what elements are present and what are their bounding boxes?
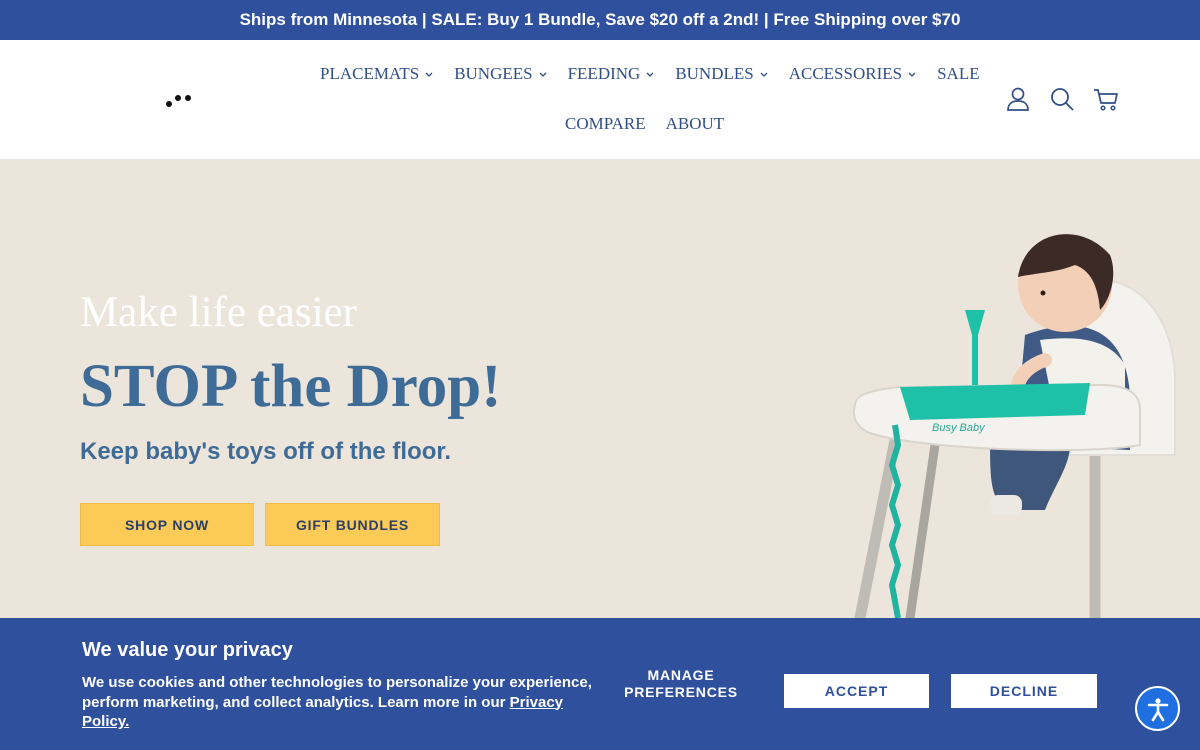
accessibility-button[interactable]: [1135, 686, 1180, 731]
nav-label: SALE: [937, 64, 980, 83]
chevron-down-icon: [760, 72, 768, 77]
nav-item-placemats[interactable]: PLACEMATS: [320, 64, 434, 84]
site-header: PLACEMATS BUNGEES FEEDING BUNDLES ACCESS…: [0, 40, 1200, 160]
accept-button[interactable]: ACCEPT: [784, 674, 929, 708]
manage-preferences-button[interactable]: MANAGE PREFERENCES: [618, 667, 744, 701]
logo-dot: [185, 95, 191, 101]
nav-item-compare[interactable]: COMPARE: [565, 114, 646, 134]
announcement-text: Ships from Minnesota | SALE: Buy 1 Bundl…: [239, 10, 961, 29]
nav-label: BUNGEES: [454, 64, 533, 83]
search-icon[interactable]: [1049, 86, 1075, 112]
gift-bundles-button[interactable]: GIFT BUNDLES: [265, 503, 440, 546]
accessibility-icon: [1147, 697, 1168, 721]
nav-item-sale[interactable]: SALE: [937, 64, 980, 84]
nav-label: FEEDING: [567, 64, 641, 83]
account-icon[interactable]: [1005, 86, 1031, 112]
decline-button[interactable]: DECLINE: [951, 674, 1097, 708]
chevron-down-icon: [646, 72, 654, 77]
hero-title: STOP the Drop!: [80, 353, 502, 420]
nav-label: COMPARE: [565, 114, 646, 133]
nav-label: BUNDLES: [675, 64, 754, 83]
cookie-text: We use cookies and other technologies to…: [82, 673, 602, 732]
nav-label: ABOUT: [665, 114, 725, 133]
main-nav: PLACEMATS BUNGEES FEEDING BUNDLES ACCESS…: [320, 64, 980, 84]
logo-dot: [175, 95, 181, 101]
nav-label: ACCESSORIES: [788, 64, 903, 83]
nav-item-bungees[interactable]: BUNGEES: [454, 64, 547, 84]
chevron-down-icon: [425, 72, 433, 77]
logo[interactable]: [166, 90, 196, 108]
nav-item-feeding[interactable]: FEEDING: [568, 64, 656, 84]
nav-item-accessories[interactable]: ACCESSORIES: [789, 64, 917, 84]
hero-subtitle: Make life easier: [80, 289, 357, 336]
cart-icon[interactable]: [1093, 86, 1119, 112]
nav-item-bundles[interactable]: BUNDLES: [675, 64, 768, 84]
product-brand-mark: Busy Baby: [932, 422, 986, 434]
shop-now-button[interactable]: SHOP NOW: [80, 503, 254, 546]
chevron-down-icon: [908, 72, 916, 77]
hero-tagline: Keep baby's toys off of the floor.: [80, 438, 452, 465]
announcement-bar: Ships from Minnesota | SALE: Buy 1 Bundl…: [0, 0, 1200, 40]
logo-dot: [166, 101, 172, 107]
nav-label: PLACEMATS: [320, 64, 420, 83]
cookie-title: We value your privacy: [82, 639, 293, 661]
cookie-banner: We value your privacy We use cookies and…: [0, 618, 1200, 750]
chevron-down-icon: [539, 72, 547, 77]
hero-product-image: Busy Baby: [852, 234, 1176, 618]
nav-item-about[interactable]: ABOUT: [666, 114, 725, 134]
main-nav-row-2: COMPARE ABOUT: [565, 114, 724, 134]
